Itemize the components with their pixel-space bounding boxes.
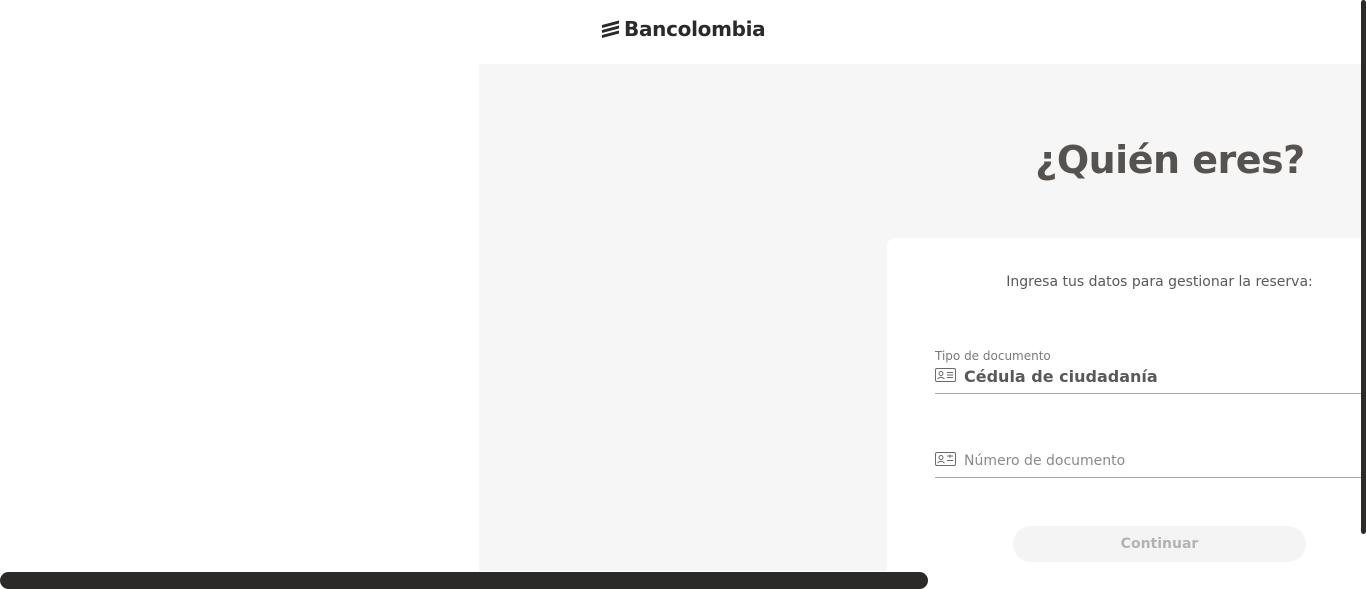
document-number-input[interactable] — [964, 452, 1344, 469]
bancolombia-logo[interactable]: Bancolombia — [600, 17, 766, 41]
continue-button[interactable]: Continuar — [1013, 526, 1306, 562]
identification-form-card: Ingresa tus datos para gestionar la rese… — [887, 238, 1366, 571]
page-title: ¿Quién eres? — [1035, 138, 1305, 182]
document-type-select[interactable]: Tipo de documento Cédula de ciudadanía — [935, 349, 1366, 394]
horizontal-scrollbar-thumb[interactable] — [0, 572, 928, 589]
page-header: Bancolombia — [0, 0, 1366, 64]
id-card-icon — [935, 451, 956, 470]
document-type-value: Cédula de ciudadanía — [964, 367, 1158, 386]
brand-name: Bancolombia — [624, 17, 766, 41]
form-subtitle: Ingresa tus datos para gestionar la rese… — [1006, 274, 1313, 290]
horizontal-scrollbar[interactable] — [0, 571, 1366, 589]
document-type-label: Tipo de documento — [935, 349, 1051, 363]
document-type-value-row: Cédula de ciudadanía — [935, 367, 1158, 386]
document-number-field — [935, 443, 1366, 478]
id-card-icon — [935, 367, 956, 386]
vertical-scrollbar-thumb[interactable] — [1361, 0, 1366, 534]
bancolombia-stripes-icon — [600, 19, 621, 39]
document-number-row — [935, 451, 1366, 470]
